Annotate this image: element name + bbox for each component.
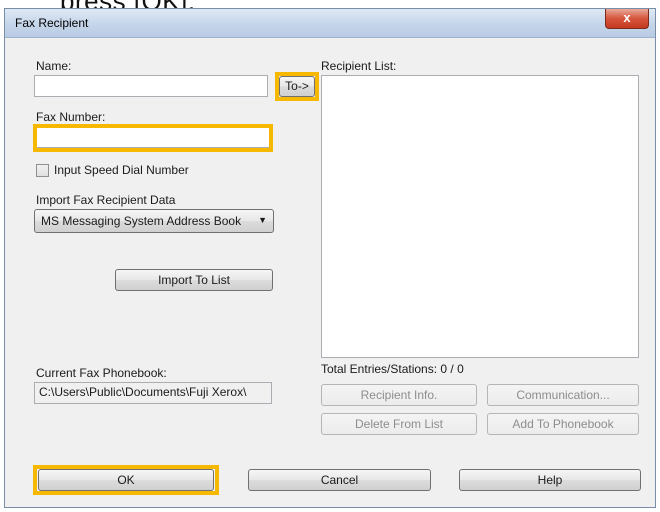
chevron-down-icon: ▼ [258,215,267,225]
phonebook-path: C:\Users\Public\Documents\Fuji Xerox\ [34,382,272,404]
close-button[interactable]: x [605,9,649,29]
phonebook-label: Current Fax Phonebook: [36,366,167,380]
recipient-list[interactable] [321,75,639,358]
title-bar: Fax Recipient x [5,9,655,38]
fax-number-label: Fax Number: [36,110,106,124]
name-input[interactable] [34,75,268,97]
name-label: Name: [36,59,72,73]
cancel-button[interactable]: Cancel [248,469,431,491]
recipient-info-button[interactable]: Recipient Info. [321,384,477,406]
delete-from-list-button[interactable]: Delete From List [321,413,477,435]
to-button[interactable]: To-> [279,76,315,97]
communication-button[interactable]: Communication... [487,384,639,406]
fax-number-input[interactable] [34,126,272,148]
speed-dial-checkbox[interactable] [36,164,49,177]
import-source-value: MS Messaging System Address Book [41,214,242,228]
recipient-list-label: Recipient List: [321,59,397,73]
import-to-list-button[interactable]: Import To List [115,269,273,291]
speed-dial-label: Input Speed Dial Number [54,163,189,177]
add-to-phonebook-button[interactable]: Add To Phonebook [487,413,639,435]
totals-text: Total Entries/Stations: 0 / 0 [321,362,464,376]
ok-button[interactable]: OK [38,469,214,491]
help-button[interactable]: Help [459,469,641,491]
window-title: Fax Recipient [15,16,89,30]
import-label: Import Fax Recipient Data [36,193,176,207]
import-source-select[interactable]: MS Messaging System Address Book ▼ [34,209,274,233]
fax-recipient-dialog: Fax Recipient x Name: To-> Fax Number: I… [4,8,656,508]
